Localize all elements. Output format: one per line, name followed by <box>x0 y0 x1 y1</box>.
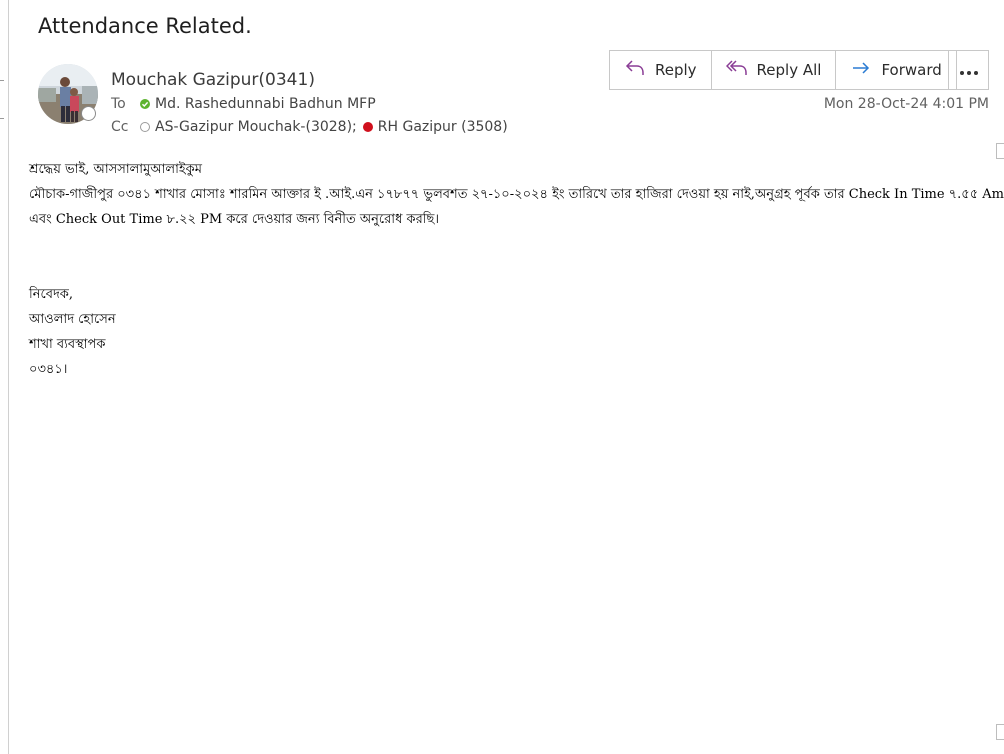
to-row: To Md. Rashedunnabi Badhun MFP <box>111 96 376 112</box>
recipient-cc-2[interactable]: RH Gazipur (3508) <box>378 119 508 135</box>
reading-pane-left-border <box>8 0 9 754</box>
email-body: শ্রদ্ধেয় ভাই, আসসালামুআলাইকুম মৌচাক-গাজ… <box>29 157 1004 382</box>
busy-status-icon <box>362 122 373 132</box>
signature-line-4: ০৩৪১। <box>29 362 68 377</box>
to-label: To <box>111 96 126 112</box>
signature-line-3: শাখা ব্যবস্থাপক <box>29 337 106 352</box>
reply-all-button[interactable]: Reply All <box>712 51 837 89</box>
message-actions-toolbar: Reply Reply All Forward <box>609 50 957 90</box>
forward-button[interactable]: Forward <box>836 51 955 89</box>
reply-all-label: Reply All <box>756 61 822 79</box>
presence-status-icon <box>81 106 96 121</box>
cc-label: Cc <box>111 119 129 135</box>
offline-status-icon <box>140 122 150 132</box>
recipient-to[interactable]: Md. Rashedunnabi Badhun MFP <box>155 96 376 112</box>
more-options-icon <box>959 61 979 80</box>
sent-datetime: Mon 28-Oct-24 4:01 PM <box>823 96 989 112</box>
email-subject: Attendance Related. <box>38 14 252 38</box>
forward-arrow-icon <box>850 58 881 82</box>
scrollbar-up-arrow[interactable] <box>996 143 1004 159</box>
reply-button[interactable]: Reply <box>610 51 712 89</box>
pane-edge-tick <box>0 118 4 119</box>
forward-label: Forward <box>881 61 942 79</box>
reply-all-icon <box>725 58 757 82</box>
body-line-1: মৌচাক-গাজীপুর ০৩৪১ শাখার মোসাঃ শারমিন আক… <box>29 187 1004 202</box>
pane-edge-tick <box>0 80 4 81</box>
body-greeting: শ্রদ্ধেয় ভাই, আসসালামুআলাইকুম <box>29 162 202 177</box>
more-actions-button[interactable] <box>948 50 989 90</box>
reply-label: Reply <box>655 61 697 79</box>
scrollbar-down-arrow[interactable] <box>996 724 1004 740</box>
body-line-2: এবং Check Out Time ৮.২২ PM করে দেওয়ার জ… <box>29 212 439 227</box>
signature-line-2: আওলাদ হোসেন <box>29 312 116 327</box>
sender-name[interactable]: Mouchak Gazipur(0341) <box>111 70 315 90</box>
reply-icon <box>624 58 655 82</box>
available-status-icon <box>140 99 150 109</box>
cc-row: Cc AS-Gazipur Mouchak-(3028); RH Gazipur… <box>111 119 508 135</box>
signature-line-1: নিবেদক, <box>29 287 73 302</box>
recipient-cc-1[interactable]: AS-Gazipur Mouchak-(3028); <box>155 119 357 135</box>
